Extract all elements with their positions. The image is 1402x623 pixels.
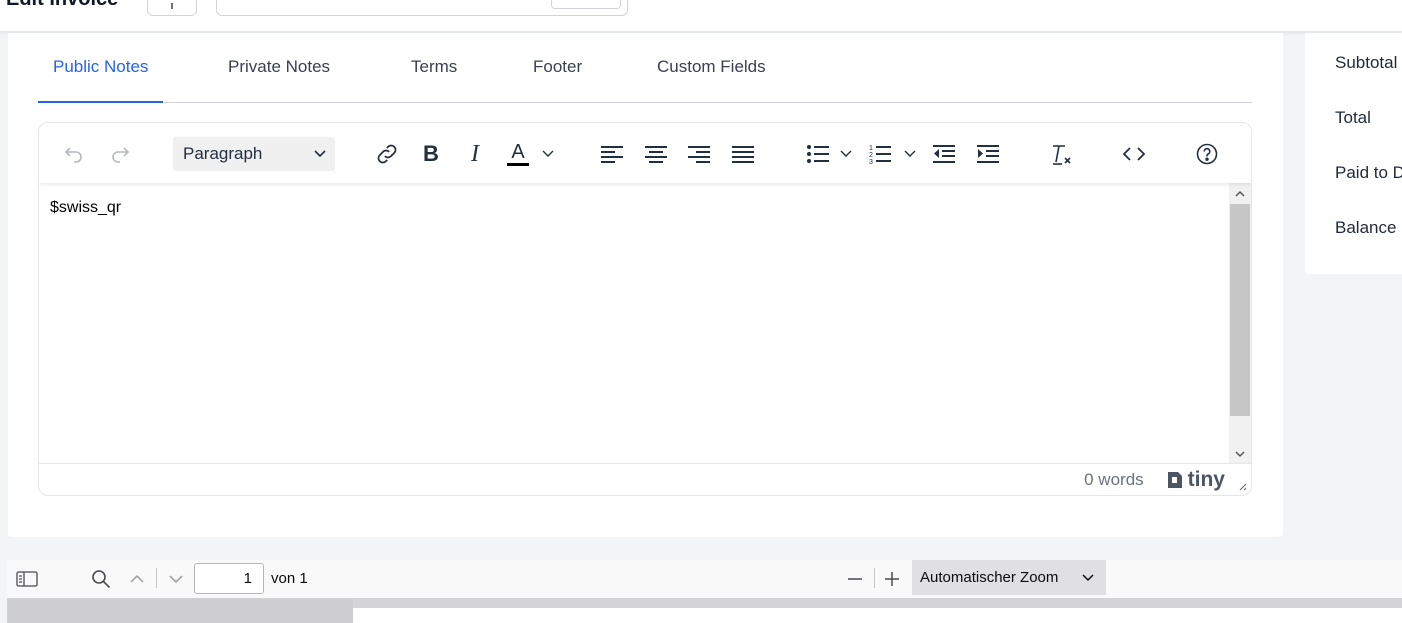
outdent-icon[interactable] (929, 138, 959, 170)
text-color-dropdown-icon[interactable] (537, 138, 559, 170)
editor-statusbar: 0 words tiny (39, 463, 1251, 495)
numbered-list-icon[interactable]: 123 (865, 138, 895, 170)
summary-subtotal-label: Subtotal (1335, 53, 1398, 72)
block-format-select[interactable]: Paragraph (173, 137, 335, 171)
shortcut-hint (551, 0, 621, 9)
scroll-up-icon[interactable] (1229, 183, 1251, 203)
align-right-icon[interactable] (684, 138, 714, 170)
svg-text:3: 3 (869, 159, 873, 165)
pdf-viewer-area (7, 598, 1402, 623)
text-color-icon[interactable]: A (503, 138, 533, 170)
align-center-icon[interactable] (641, 138, 671, 170)
top-header: Edit Invoice (0, 0, 1402, 32)
notes-tabs: Public Notes Private Notes Terms Footer … (38, 33, 1252, 103)
previous-page-icon[interactable] (124, 566, 150, 592)
chevron-down-icon (314, 150, 326, 158)
editor-scrollbar[interactable] (1229, 183, 1251, 464)
word-count[interactable]: 0 words (1084, 470, 1144, 490)
bullet-list-icon[interactable] (803, 138, 833, 170)
clear-formatting-icon[interactable] (1046, 138, 1076, 170)
help-icon[interactable] (1192, 138, 1222, 170)
pdf-viewer-toolbar: 1 von 1 Automatischer Zoom (7, 560, 1402, 598)
bold-icon[interactable]: B (417, 138, 445, 170)
scrollbar-thumb[interactable] (1230, 204, 1250, 416)
justify-icon[interactable] (728, 138, 758, 170)
italic-icon[interactable]: I (461, 138, 489, 170)
tab-terms[interactable]: Terms (411, 57, 457, 103)
redo-icon[interactable] (105, 138, 135, 170)
zoom-out-icon[interactable] (843, 566, 867, 592)
back-icon (171, 3, 173, 9)
tab-private-notes[interactable]: Private Notes (228, 57, 330, 103)
back-button[interactable] (147, 0, 197, 16)
page-number-input[interactable]: 1 (194, 563, 264, 594)
numbered-list-dropdown-icon[interactable] (899, 138, 921, 170)
summary-total-label: Total (1335, 108, 1371, 127)
page-count: von 1 (271, 570, 308, 587)
zoom-in-icon[interactable] (880, 566, 904, 592)
rich-text-editor: Paragraph B I A 1 2 3 $swiss_qr 0 words … (38, 122, 1252, 496)
page-title: Edit Invoice (6, 0, 118, 11)
tab-custom-fields[interactable]: Custom Fields (657, 57, 766, 103)
chevron-down-icon (1082, 573, 1094, 581)
search-icon[interactable] (87, 566, 115, 592)
invoice-summary: Subtotal Total Paid to D Balance (1305, 33, 1402, 274)
tiny-logo-icon (1167, 471, 1182, 488)
block-format-value: Paragraph (183, 144, 263, 163)
notes-card: Public Notes Private Notes Terms Footer … (8, 33, 1283, 537)
summary-balance-label: Balance (1335, 218, 1397, 237)
toolbar-separator (874, 568, 875, 588)
search-input[interactable] (216, 0, 628, 16)
tab-footer[interactable]: Footer (533, 57, 582, 103)
align-left-icon[interactable] (597, 138, 627, 170)
editor-toolbar: Paragraph B I A 1 2 3 (39, 123, 1251, 183)
resize-handle-icon[interactable] (1237, 481, 1247, 491)
sidebar-toggle-icon[interactable] (13, 566, 41, 592)
next-page-icon[interactable] (163, 566, 189, 592)
svg-text:2: 2 (869, 152, 873, 159)
editor-content[interactable]: $swiss_qr (39, 183, 1229, 463)
text-color-swatch (507, 162, 529, 166)
tiny-logo[interactable]: tiny (1164, 468, 1225, 492)
source-code-icon[interactable] (1119, 138, 1149, 170)
toolbar-separator (156, 568, 157, 588)
link-icon[interactable] (371, 138, 403, 170)
pdf-sidebar (7, 598, 353, 623)
svg-text:1: 1 (869, 145, 873, 152)
zoom-select[interactable]: Automatischer Zoom (912, 560, 1106, 595)
summary-paid-label: Paid to D (1335, 163, 1402, 182)
tiny-brand-text: tiny (1187, 467, 1225, 491)
tab-public-notes[interactable]: Public Notes (38, 57, 164, 103)
bullet-list-dropdown-icon[interactable] (835, 138, 857, 170)
undo-icon[interactable] (59, 138, 89, 170)
scroll-down-icon[interactable] (1229, 444, 1251, 464)
pdf-page (353, 608, 1402, 623)
indent-icon[interactable] (973, 138, 1003, 170)
zoom-select-value: Automatischer Zoom (920, 569, 1059, 586)
